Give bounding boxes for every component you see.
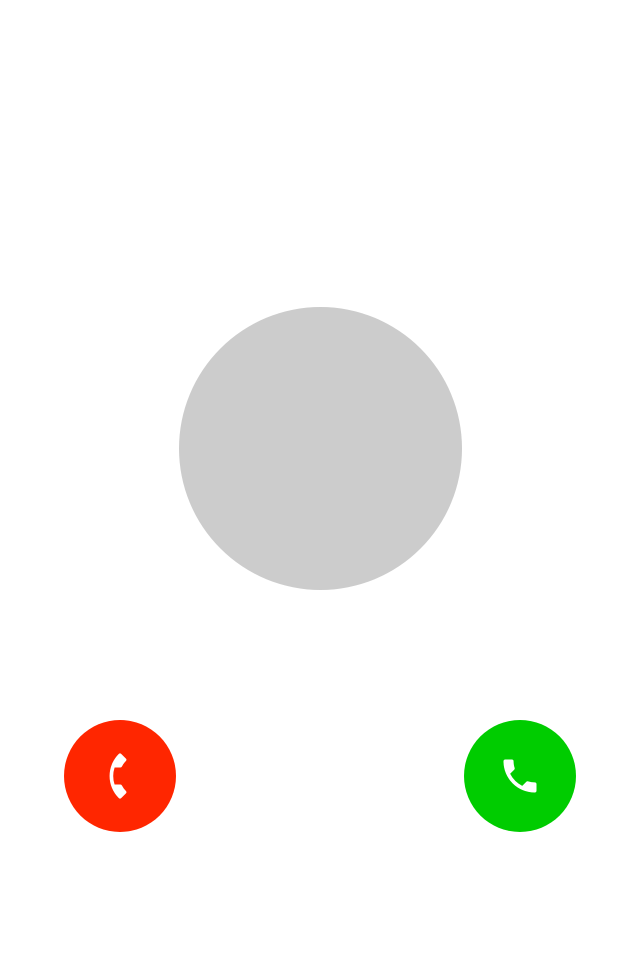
caller-avatar [179, 307, 462, 590]
decline-call-button[interactable] [64, 720, 176, 832]
incoming-call-screen [0, 0, 640, 960]
phone-hangup-icon [98, 753, 142, 799]
accept-call-button[interactable] [464, 720, 576, 832]
phone-icon [498, 754, 542, 798]
